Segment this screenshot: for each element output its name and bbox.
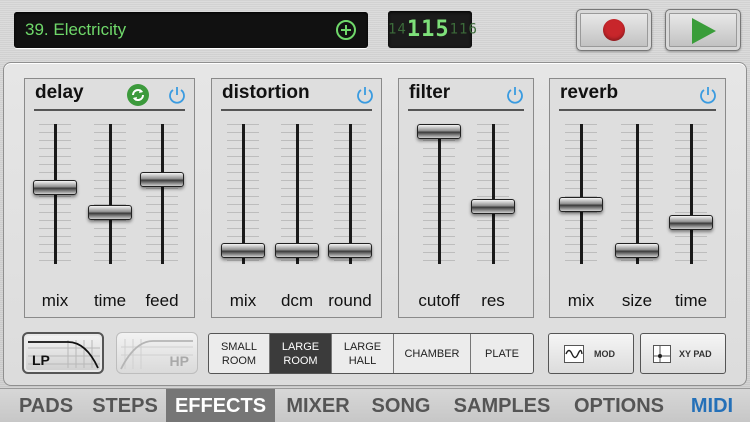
highpass-label: HP	[169, 353, 189, 369]
fader-knob[interactable]	[669, 215, 713, 230]
preset-name: 39. Electricity	[25, 20, 127, 39]
record-button[interactable]	[576, 9, 652, 51]
tempo-value: 115	[406, 17, 450, 42]
add-preset-icon[interactable]	[336, 20, 356, 40]
room-small-room[interactable]: SMALL ROOM	[209, 334, 270, 373]
lowpass-button[interactable]: LP	[22, 332, 104, 374]
tab-steps[interactable]: STEPS	[86, 389, 164, 422]
play-icon	[692, 18, 716, 44]
highpass-button[interactable]: HP	[116, 332, 198, 374]
distortion-round-label: round	[328, 291, 372, 310]
reverb-size-fader[interactable]	[614, 124, 660, 264]
tab-effects[interactable]: EFFECTS	[166, 389, 275, 422]
fader-knob[interactable]	[417, 124, 461, 139]
delay-time-label: time	[93, 291, 127, 310]
reverb-mix-fader[interactable]	[558, 124, 604, 264]
distortion-round-fader[interactable]	[327, 124, 373, 264]
sync-icon[interactable]	[127, 84, 149, 106]
filter-cutoff-fader[interactable]	[416, 124, 462, 264]
room-line1: CHAMBER	[404, 347, 460, 360]
tab-mixer[interactable]: MIXER	[278, 389, 358, 422]
delay-mix-label: mix	[41, 291, 69, 310]
fader-knob[interactable]	[140, 172, 184, 187]
sine-wave-icon	[564, 345, 584, 363]
reverb-power-icon[interactable]	[698, 85, 718, 105]
filter-res-fader[interactable]	[470, 124, 516, 264]
reverb-divider	[559, 109, 716, 111]
reverb-mix-label: mix	[567, 291, 595, 310]
bottom-tab-bar: PADS STEPS EFFECTS MIXER SONG SAMPLES OP…	[0, 388, 750, 422]
filter-cutoff-label: cutoff	[418, 291, 460, 310]
tab-midi[interactable]: MIDI	[680, 389, 744, 422]
play-button[interactable]	[665, 9, 741, 51]
fader-knob[interactable]	[471, 199, 515, 214]
reverb-title: reverb	[560, 82, 619, 103]
tab-options[interactable]: OPTIONS	[564, 389, 674, 422]
fader-knob[interactable]	[559, 197, 603, 212]
delay-section: delay mix time feed	[24, 78, 195, 318]
reverb-time-fader[interactable]	[668, 124, 714, 264]
room-plate[interactable]: PLATE	[471, 334, 533, 373]
reverb-section: reverb mix size time	[549, 78, 726, 318]
room-chamber[interactable]: CHAMBER	[394, 334, 471, 373]
distortion-mix-label: mix	[229, 291, 257, 310]
lowpass-label: LP	[32, 352, 50, 368]
fader-knob[interactable]	[33, 180, 77, 195]
room-line1: SMALL	[220, 340, 258, 353]
room-large-hall[interactable]: LARGE HALL	[332, 334, 394, 373]
xy-pad-icon	[653, 345, 671, 363]
room-large-room[interactable]: LARGE ROOM	[270, 334, 332, 373]
room-line1: LARGE	[281, 340, 320, 353]
delay-time-fader[interactable]	[87, 124, 133, 264]
tempo-ghost-left: 14	[388, 21, 407, 38]
tab-samples[interactable]: SAMPLES	[446, 389, 558, 422]
distortion-dcm-label: dcm	[280, 291, 314, 310]
filter-power-icon[interactable]	[505, 85, 525, 105]
top-bar: 39. Electricity 14115116	[0, 0, 750, 62]
filter-divider	[408, 109, 524, 111]
delay-divider	[34, 109, 185, 111]
filter-res-label: res	[481, 291, 505, 310]
delay-mix-fader[interactable]	[32, 124, 78, 264]
room-line1: PLATE	[484, 347, 520, 360]
room-line2: HALL	[348, 354, 377, 367]
fader-knob[interactable]	[221, 243, 265, 258]
room-line1: LARGE	[343, 340, 382, 353]
tempo-display[interactable]: 14115116	[388, 11, 477, 48]
filter-section: filter cutoff res	[398, 78, 534, 318]
reverb-room-selector: SMALL ROOM LARGE ROOM LARGE HALL CHAMBER PL…	[208, 333, 534, 374]
delay-title: delay	[35, 82, 84, 103]
fader-knob[interactable]	[615, 243, 659, 258]
reverb-size-label: size	[621, 291, 653, 310]
tempo-ghost-right: 116	[449, 21, 478, 38]
fader-knob[interactable]	[88, 205, 132, 220]
reverb-time-label: time	[674, 291, 708, 310]
distortion-section: distortion mix dcm round	[211, 78, 382, 318]
xy-pad-label: XY PAD	[679, 349, 712, 359]
distortion-dcm-fader[interactable]	[274, 124, 320, 264]
record-icon	[603, 19, 625, 41]
fader-knob[interactable]	[328, 243, 372, 258]
distortion-mix-fader[interactable]	[220, 124, 266, 264]
distortion-divider	[221, 109, 372, 111]
tab-pads[interactable]: PADS	[6, 389, 86, 422]
delay-power-icon[interactable]	[167, 85, 187, 105]
distortion-title: distortion	[222, 82, 310, 103]
room-line2: ROOM	[283, 354, 318, 367]
distortion-power-icon[interactable]	[355, 85, 375, 105]
delay-feed-fader[interactable]	[139, 124, 185, 264]
delay-feed-label: feed	[145, 291, 179, 310]
mod-label: MOD	[594, 349, 615, 359]
tab-song[interactable]: SONG	[362, 389, 440, 422]
preset-selector[interactable]: 39. Electricity	[14, 12, 368, 48]
xy-pad-button[interactable]: XY PAD	[640, 333, 726, 374]
fader-knob[interactable]	[275, 243, 319, 258]
mod-button[interactable]: MOD	[548, 333, 634, 374]
room-line2: ROOM	[221, 354, 257, 367]
filter-title: filter	[409, 82, 451, 103]
